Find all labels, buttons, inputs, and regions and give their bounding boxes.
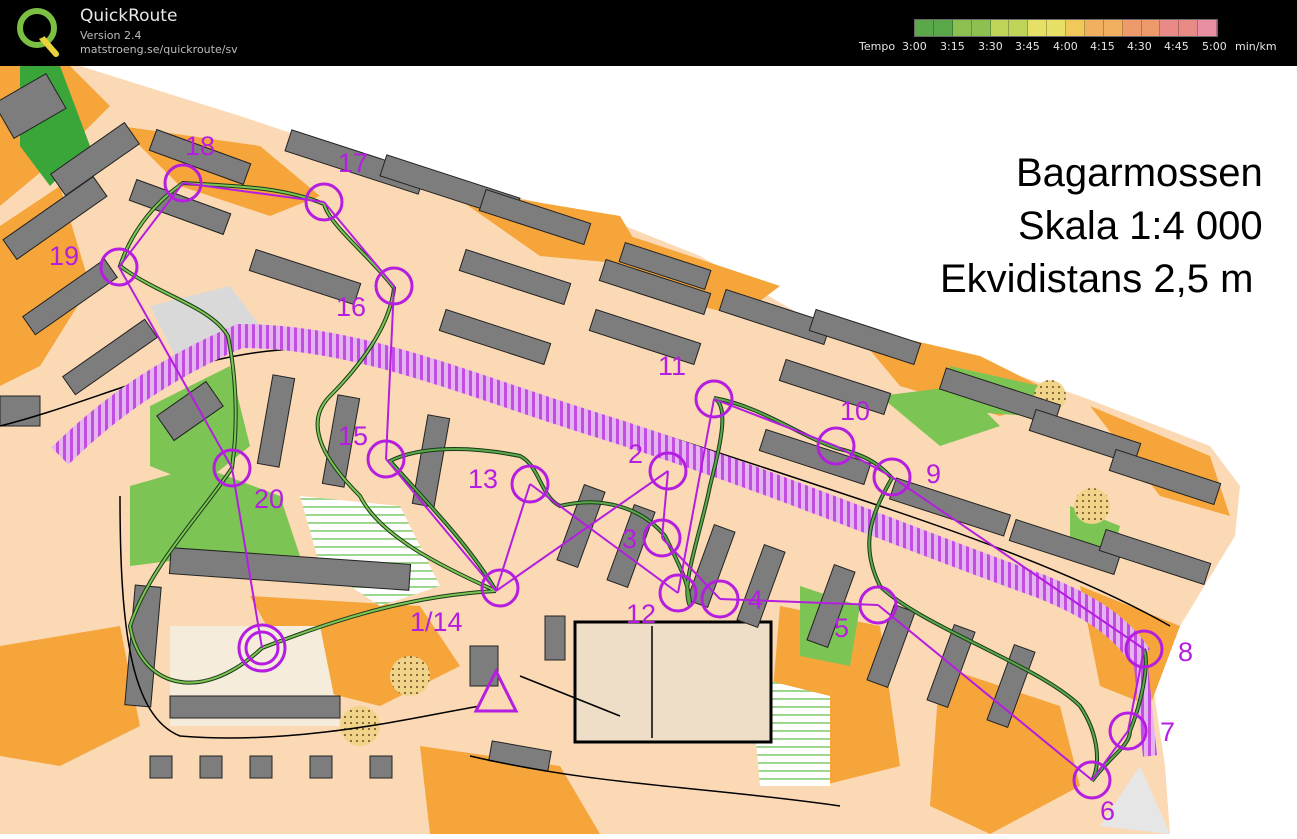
- tempo-value-6: 4:30: [1127, 40, 1152, 53]
- tempo-label: Tempo: [859, 40, 896, 53]
- control-number-20: 20: [254, 484, 284, 514]
- control-number-9: 9: [926, 459, 941, 489]
- control-number-11: 11: [658, 351, 686, 381]
- tempo-scale-cell: [990, 20, 1010, 36]
- app-title: QuickRoute: [80, 6, 178, 26]
- orienteering-map[interactable]: 2 3 4 5 6 7 8 9 10 11 12 13 15 16 17 18 19 20 1/14 Bagarm…: [0, 66, 1297, 834]
- control-number-10: 10: [840, 396, 870, 426]
- tempo-scale-cell: [1047, 20, 1066, 36]
- tempo-scale-cell: [1084, 20, 1104, 36]
- control-number-3: 3: [622, 524, 637, 554]
- app-url: matstroeng.se/quickroute/sv: [80, 43, 238, 56]
- tempo-scale-cell: [1009, 20, 1029, 36]
- tempo-scale-cell: [915, 20, 934, 36]
- tempo-scale-cell: [1179, 20, 1199, 36]
- tempo-scale-cell: [971, 20, 991, 36]
- map-contour-interval: Ekvidistans 2,5 m: [940, 257, 1253, 301]
- tempo-unit: min/km: [1235, 40, 1277, 53]
- start-label: 1/14: [410, 607, 463, 637]
- control-number-12: 12: [626, 599, 656, 629]
- control-number-8: 8: [1178, 637, 1193, 667]
- tempo-scale-cell: [933, 20, 953, 36]
- app-header: QuickRoute Version 2.4 matstroeng.se/qui…: [0, 0, 1297, 66]
- control-number-16: 16: [336, 292, 366, 322]
- control-number-6: 6: [1100, 796, 1115, 826]
- control-number-5: 5: [834, 613, 849, 643]
- tempo-scale-cell: [1103, 20, 1123, 36]
- map-scale: Skala 1:4 000: [1018, 204, 1263, 248]
- tempo-scale-cell: [1028, 20, 1048, 36]
- tempo-scale-cell: [952, 20, 972, 36]
- tempo-value-2: 3:30: [978, 40, 1003, 53]
- tempo-value-1: 3:15: [940, 40, 965, 53]
- tempo-scale-cell: [1122, 20, 1142, 36]
- control-number-15: 15: [338, 421, 368, 451]
- tempo-value-7: 4:45: [1164, 40, 1189, 53]
- tempo-value-8: 5:00: [1202, 40, 1227, 53]
- control-number-13: 13: [468, 464, 498, 494]
- quickroute-logo-icon: [16, 6, 60, 58]
- tempo-scale-cell: [1141, 20, 1161, 36]
- control-number-7: 7: [1160, 717, 1175, 747]
- tempo-scale-cell: [1160, 20, 1180, 36]
- tempo-value-5: 4:15: [1090, 40, 1115, 53]
- app-version: Version 2.4: [80, 29, 142, 42]
- control-number-18: 18: [185, 131, 215, 161]
- control-number-17: 17: [338, 148, 368, 178]
- control-number-19: 19: [49, 241, 79, 271]
- control-number-2: 2: [628, 439, 643, 469]
- control-number-4: 4: [748, 585, 763, 615]
- tempo-value-4: 4:00: [1053, 40, 1078, 53]
- map-title: Bagarmossen: [1016, 151, 1263, 195]
- tempo-scale-cell: [1066, 20, 1085, 36]
- tempo-color-scale: [914, 19, 1218, 37]
- tempo-value-3: 3:45: [1015, 40, 1040, 53]
- tempo-scale-cell: [1198, 20, 1217, 36]
- tempo-value-0: 3:00: [902, 40, 927, 53]
